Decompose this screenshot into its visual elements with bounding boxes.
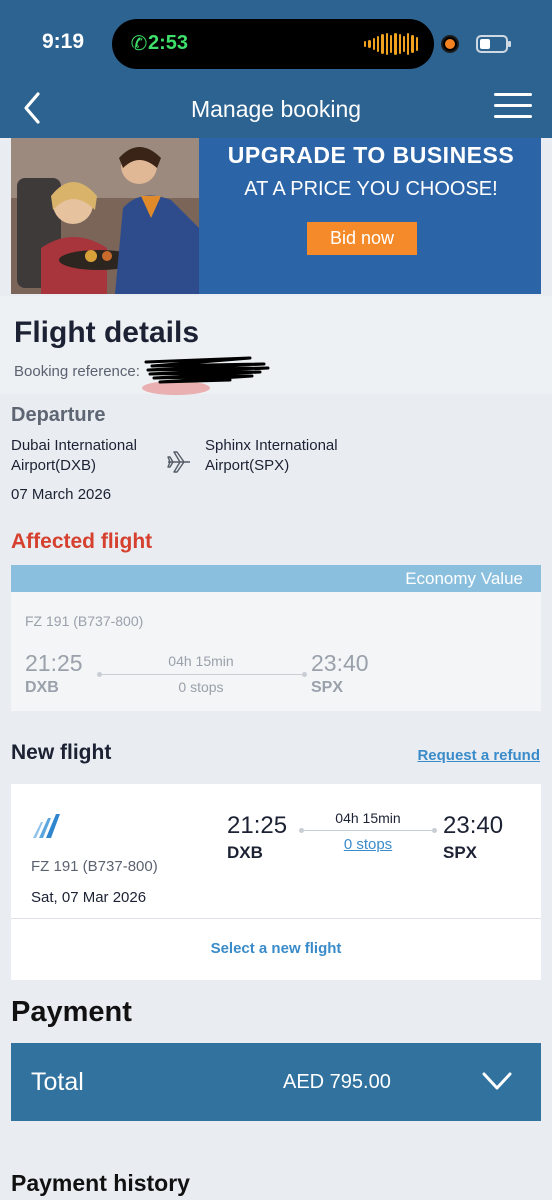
battery-icon (476, 35, 511, 53)
cabin-class-header: Economy Value (11, 565, 541, 592)
stops-link[interactable]: 0 stops (311, 836, 425, 853)
bid-now-button[interactable]: Bid now (307, 222, 417, 255)
select-new-flight-button[interactable]: Select a new flight (11, 918, 541, 980)
stops-count: 0 stops (178, 679, 224, 695)
cabin-class: Economy Value (405, 569, 523, 588)
total-label: Total (31, 1068, 84, 1096)
flight-duration: 04h 15min (168, 653, 234, 669)
route-line (97, 672, 307, 677)
arrival-code: SPX (311, 679, 344, 696)
arrival-time: 23:40 (311, 650, 369, 676)
route-line (299, 828, 437, 833)
flight-duration: 04h 15min (335, 810, 401, 826)
new-flight-label: New flight (11, 741, 112, 764)
departure-code: DXB (25, 679, 59, 696)
departure-code: DXB (227, 843, 263, 862)
menu-button[interactable] (494, 93, 532, 123)
dynamic-island[interactable]: ✆ 2:53 (112, 19, 434, 69)
page-title: Manage booking (190, 96, 362, 122)
upgrade-banner[interactable]: UPGRADE TO BUSINESS AT A PRICE YOU CHOOS… (11, 138, 541, 294)
app-header: 9:19 ✆ 2:53 Manage booking (0, 0, 552, 138)
audio-wave-icon (364, 33, 419, 55)
payment-title: Payment (11, 996, 132, 1028)
recording-indicator-icon (443, 37, 457, 51)
flight-details-title: Flight details (14, 316, 200, 349)
departure-time: 21:25 (227, 812, 288, 839)
plane-icon (167, 451, 190, 473)
departure-label: Departure (11, 404, 106, 426)
banner-title: UPGRADE TO BUSINESS (227, 142, 515, 168)
origin-airport: Dubai International Airport(DXB) (11, 437, 137, 474)
airline-logo-icon (33, 814, 60, 838)
affected-flight-card: Economy Value FZ 191 (B737-800) 21:25 DX… (11, 565, 541, 711)
booking-reference-label: Booking reference: (14, 363, 140, 380)
banner-photo (11, 138, 199, 294)
total-accordion[interactable]: Total AED 795.00 (11, 1043, 541, 1121)
arrival-time: 23:40 (443, 812, 504, 839)
destination-airport: Sphinx International Airport(SPX) (205, 437, 338, 474)
call-duration: 2:53 (148, 32, 189, 54)
banner-subtitle: AT A PRICE YOU CHOOSE! (244, 178, 498, 200)
affected-flight-label: Affected flight (11, 530, 153, 553)
flight-number: FZ 191 (B737-800) (31, 858, 158, 875)
total-amount: AED 795.00 (283, 1071, 391, 1093)
flight-date: Sat, 07 Mar 2026 (31, 889, 147, 906)
flight-details-header: Flight details Booking reference: (0, 296, 552, 395)
departure-date: 07 March 2026 (11, 486, 112, 503)
arrival-code: SPX (443, 843, 478, 862)
departure-time: 21:25 (25, 650, 83, 676)
status-time: 9:19 (42, 30, 85, 53)
redaction-scribble (142, 356, 270, 395)
request-refund-link[interactable]: Request a refund (417, 747, 540, 764)
chevron-down-icon (482, 1072, 512, 1090)
menu-icon (494, 93, 532, 118)
payment-history-title: Payment history (11, 1170, 190, 1196)
new-flight-card: FZ 191 (B737-800) Sat, 07 Mar 2026 21:25… (11, 784, 541, 980)
flight-number: FZ 191 (B737-800) (25, 613, 144, 629)
